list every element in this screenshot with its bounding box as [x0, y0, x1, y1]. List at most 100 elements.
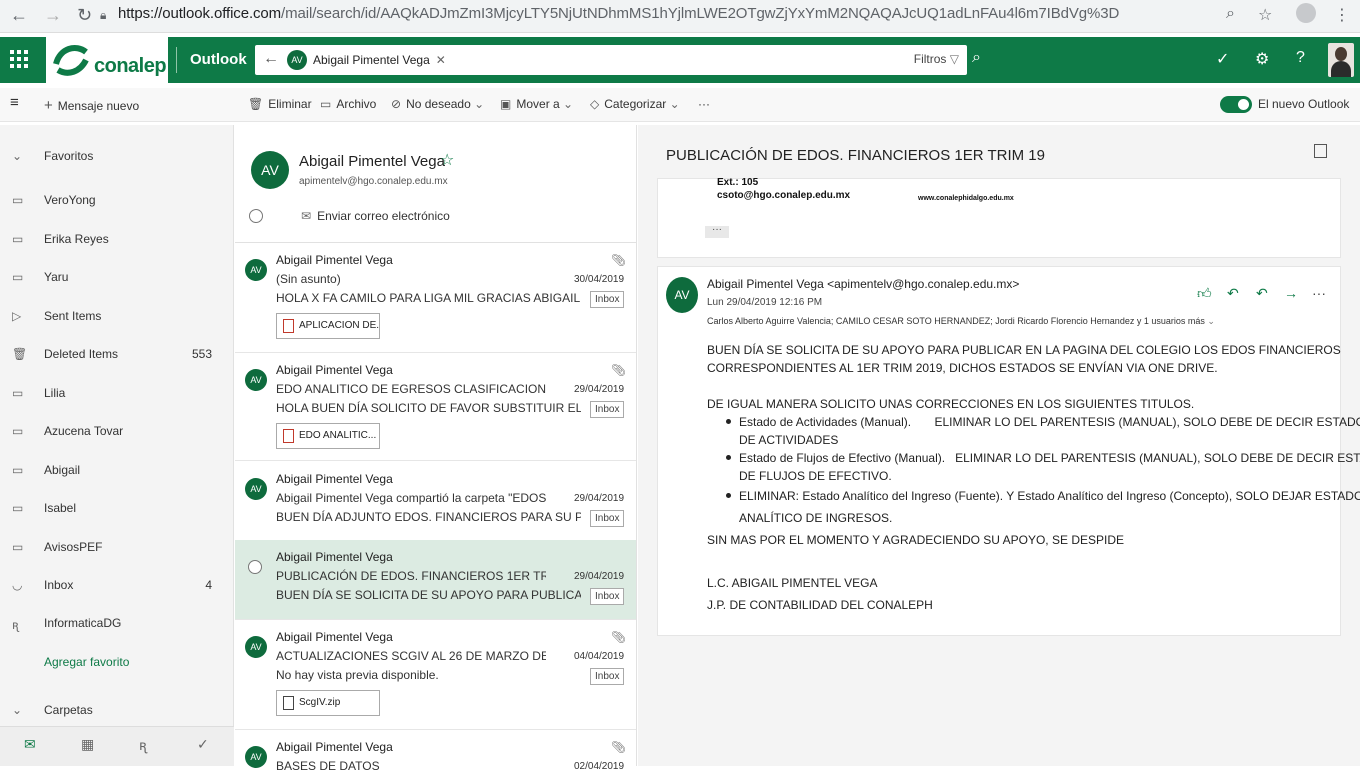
app-launcher-icon[interactable] [10, 50, 28, 68]
message-subject: EDO ANALITICO DE EGRESOS CLASIFICACION C… [276, 382, 546, 396]
categorize-button[interactable]: ◇ Categorizar ⌄ [590, 97, 680, 111]
logo[interactable]: conalep [46, 37, 168, 83]
search-back-arrow-icon[interactable]: ← [263, 50, 279, 68]
nav-item-deleted-items[interactable]: 🗑︎ Deleted Items 553 [0, 347, 234, 367]
tag-icon: ◇ [590, 97, 600, 111]
nav-item-sent-items[interactable]: ▷ Sent Items [0, 309, 234, 329]
bookmark-star-icon[interactable]: ☆ [1258, 5, 1272, 25]
add-favorite-link[interactable]: Agregar favorito [0, 655, 234, 675]
pdf-file-icon [283, 429, 294, 443]
chevron-down-icon: ⌄ [1207, 316, 1215, 326]
attachment-chip[interactable]: ScgIV.zip [276, 690, 380, 716]
bullet-dot [726, 419, 731, 424]
more-options-icon[interactable]: ··· [1312, 285, 1326, 301]
nav-item-yaru[interactable]: ▭ Yaru [0, 270, 234, 290]
trash-icon: 🗑︎ [248, 97, 264, 111]
nav-item-veroyong[interactable]: ▭ VeroYong [0, 193, 234, 213]
browser-menu-icon[interactable]: ⋮ [1334, 5, 1350, 25]
message-date: 29/04/2019 [574, 384, 625, 395]
list-item[interactable]: AV Abigail Pimentel Vega Abigail Pimente… [235, 462, 636, 541]
show-more-button[interactable]: ··· [705, 225, 729, 238]
message-from[interactable]: Abigail Pimentel Vega <apimentelv@hgo.co… [707, 277, 1019, 291]
signature-name: L.C. ABIGAIL PIMENTEL VEGA [707, 576, 878, 590]
reply-all-icon[interactable]: ↶ [1256, 285, 1268, 302]
profile-icon[interactable] [1296, 3, 1316, 23]
list-item[interactable]: AV Abigail Pimentel Vega 📎︎ (Sin asunto)… [235, 243, 636, 353]
tasks-icon[interactable]: ✓ [197, 736, 209, 753]
list-item[interactable]: AV Abigail Pimentel Vega 📎︎ EDO ANALITIC… [235, 353, 636, 461]
favorite-star-icon[interactable]: ☆ [440, 150, 454, 170]
select-radio[interactable] [248, 560, 262, 574]
search-chip[interactable]: AV Abigail Pimentel Vega ✕ [287, 49, 446, 71]
search-icon[interactable]: ⌕ [972, 49, 981, 67]
new-message-button[interactable]: + Mensaje nuevo [44, 97, 139, 114]
forward-arrow-icon[interactable]: → [44, 5, 62, 26]
body-line: CORRESPONDIENTES AL 1ER TRIM 2019, DICHO… [707, 361, 1218, 375]
chevron-down-icon: ⌄ [474, 97, 485, 111]
folder-icon: ▭ [12, 501, 24, 515]
conalep-logo-icon [53, 45, 89, 76]
chevron-down-icon: ⌄ [669, 97, 680, 111]
favorites-header[interactable]: ⌄ Favoritos [0, 149, 234, 169]
back-arrow-icon[interactable]: ← [10, 5, 28, 26]
nav-item-lilia[interactable]: ▭ Lilia [0, 386, 234, 406]
list-item[interactable]: AV Abigail Pimentel Vega 📎︎ BASES DE DAT… [235, 730, 636, 773]
attachment-chip[interactable]: EDO ANALITIC... [276, 423, 380, 449]
my-day-check-icon[interactable]: ✓ [1216, 49, 1229, 69]
new-message-label: Mensaje nuevo [57, 99, 140, 113]
folders-header[interactable]: ⌄ Carpetas [0, 703, 234, 723]
recipients-text: Carlos Alberto Aguirre Valencia; CAMILO … [707, 316, 1205, 326]
zoom-icon[interactable]: ⌕ [1226, 5, 1235, 23]
folder-badge: Inbox [590, 510, 625, 527]
archive-button[interactable]: ▭ Archivo [320, 97, 376, 111]
delete-button[interactable]: 🗑︎ Eliminar [248, 97, 312, 111]
help-icon[interactable]: ? [1296, 49, 1305, 67]
filters-button[interactable]: Filtros ▽ [914, 52, 959, 66]
nav-item-informaticadg[interactable]: ꭆ InformaticaDG [0, 616, 234, 636]
like-icon[interactable]: 👍︎ [1197, 285, 1212, 302]
reply-icon[interactable]: ↶ [1227, 285, 1239, 302]
junk-button[interactable]: ⊘ No deseado ⌄ [391, 97, 484, 111]
address-bar[interactable]: https://outlook.office.com/mail/search/i… [118, 5, 1119, 22]
search-box[interactable]: ← AV Abigail Pimentel Vega ✕ Filtros ▽ [255, 45, 967, 75]
folder-icon: ▭ [12, 232, 24, 246]
user-avatar[interactable] [1328, 43, 1354, 77]
search-chip-name: Abigail Pimentel Vega [313, 53, 430, 67]
search-chip-close-icon[interactable]: ✕ [436, 53, 446, 67]
send-email-link[interactable]: ✉ Enviar correo electrónico [301, 209, 450, 223]
hamburger-menu-icon[interactable]: ≡ [10, 94, 19, 111]
nav-item-azucena-tovar[interactable]: ▭ Azucena Tovar [0, 424, 234, 444]
new-outlook-toggle[interactable] [1220, 96, 1252, 113]
message-sender: Abigail Pimentel Vega [276, 630, 393, 644]
nav-item-avisospef[interactable]: ▭ AvisosPEF [0, 540, 234, 560]
list-item-selected[interactable]: Abigail Pimentel Vega PUBLICACIÓN DE EDO… [235, 540, 636, 620]
nav-item-erika-reyes[interactable]: ▭ Erika Reyes [0, 232, 234, 252]
people-icon[interactable]: ꭆ [139, 736, 147, 755]
list-item[interactable]: AV Abigail Pimentel Vega 📎︎ ACTUALIZACIO… [235, 620, 636, 730]
message-recipients[interactable]: Carlos Alberto Aguirre Valencia; CAMILO … [707, 316, 1215, 327]
move-to-button[interactable]: ▣ Mover a ⌄ [500, 97, 573, 111]
bullet-line: DE ACTIVIDADES [739, 433, 839, 447]
nav-item-label: Abigail [44, 463, 81, 477]
nav-item-isabel[interactable]: ▭ Isabel [0, 501, 234, 521]
folder-icon: ▭ [12, 540, 24, 554]
previous-signature: Ext.: 105 csoto@hgo.conalep.edu.mx [717, 176, 850, 202]
app-name[interactable]: Outlook [190, 51, 247, 68]
message-sender: Abigail Pimentel Vega [276, 253, 393, 267]
reload-icon[interactable]: ↻ [77, 5, 92, 26]
nav-item-inbox[interactable]: ◡ Inbox 4 [0, 578, 234, 598]
calendar-icon[interactable]: ▦ [81, 736, 94, 753]
lock-icon[interactable]: 🔒︎ [100, 8, 106, 23]
person-icon: ꭆ [12, 618, 19, 632]
expand-icon[interactable] [1314, 144, 1327, 158]
gear-icon[interactable]: ⚙ [1255, 49, 1269, 69]
message-preview: HOLA X FA CAMILO PARA LIGA MIL GRACIAS A… [276, 291, 581, 305]
attachment-chip[interactable]: APLICACION DE... [276, 313, 380, 339]
nav-item-count: 4 [205, 578, 212, 592]
bullet-line: Estado de Flujos de Efectivo (Manual). E… [739, 451, 1360, 465]
select-all-radio[interactable] [249, 209, 263, 223]
mail-icon[interactable]: ✉ [24, 736, 36, 753]
forward-icon[interactable]: → [1284, 285, 1298, 301]
more-actions-button[interactable]: ··· [698, 97, 710, 111]
nav-item-abigail[interactable]: ▭ Abigail [0, 463, 234, 483]
